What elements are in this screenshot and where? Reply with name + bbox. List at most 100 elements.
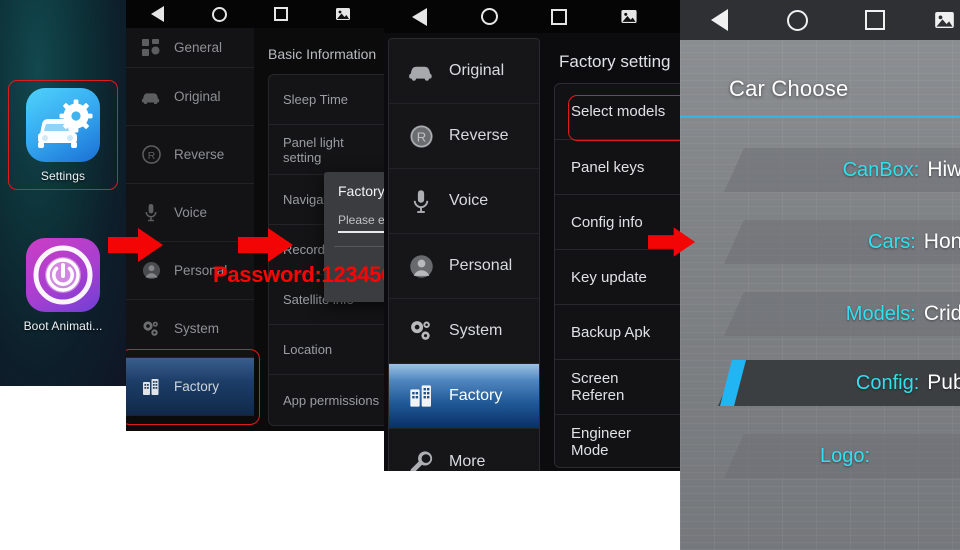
list-item-engineer-mode[interactable]: Engineer Mode [555, 415, 680, 467]
dialog-input-underline[interactable] [338, 231, 384, 233]
list-item[interactable]: Sleep Time [269, 75, 384, 125]
list-item[interactable]: App permissions [269, 375, 384, 425]
row-logo[interactable]: Logo: [724, 434, 960, 478]
microphone-icon [407, 187, 435, 215]
sidebar-label: Original [449, 62, 505, 79]
sidebar-item-system[interactable]: System [126, 300, 254, 358]
list-item-screen-reference[interactable]: Screen Referen [555, 360, 680, 415]
app-settings[interactable]: Settings [0, 88, 126, 183]
factory-content-header: Factory setting [559, 52, 671, 72]
row-cars[interactable]: Cars: Hond [724, 220, 960, 264]
sidebar-label: Original [174, 89, 221, 104]
dialog-title: Factory [338, 183, 384, 199]
app-label-boot-animation: Boot Animati... [23, 319, 103, 333]
flow-arrow-1 [108, 228, 163, 262]
sidebar-label: Voice [174, 205, 208, 220]
recents-square-icon[interactable] [836, 10, 914, 30]
password-annotation: Password:123456 [213, 262, 394, 287]
panel-car-choose: Car Choose CanBox: Hiwo Cars: Hond Model… [680, 0, 960, 550]
sidebar-item-reverse[interactable]: R Reverse [389, 104, 539, 169]
row-models[interactable]: Models: Cride [724, 292, 960, 336]
settings-content: Basic Information [268, 46, 384, 62]
factory-options-card: Select models Panel keys Config info Key… [554, 83, 680, 468]
screenshot-image-icon[interactable] [594, 10, 664, 23]
row-value: Hiwo [927, 158, 960, 181]
microphone-icon [140, 202, 162, 224]
sidebar-item-original[interactable]: Original [126, 68, 254, 126]
home-circle-icon[interactable] [758, 9, 836, 31]
list-item[interactable]: Location [269, 325, 384, 375]
sidebar-label: Factory [449, 387, 503, 404]
car-gear-icon [26, 88, 100, 162]
gears-icon [140, 318, 162, 340]
panel-launcher: Settings Boot Animati... [0, 0, 126, 386]
sidebar-item-voice[interactable]: Voice [389, 169, 539, 234]
flow-arrow-2 [238, 228, 293, 262]
building-icon [407, 382, 435, 410]
sidebar-label: More [449, 452, 486, 470]
home-circle-icon[interactable] [454, 8, 524, 25]
sidebar-item-system[interactable]: System [389, 299, 539, 364]
screenshot-image-icon[interactable] [914, 12, 960, 28]
android-navbar [384, 0, 680, 33]
sidebar-item-original[interactable]: Original [389, 39, 539, 104]
row-value: Publi [927, 371, 960, 394]
row-key: Logo: [819, 444, 871, 467]
sidebar-label: Personal [449, 257, 513, 274]
car-icon [140, 86, 162, 108]
list-item-backup-apk[interactable]: Backup Apk [555, 305, 680, 360]
sidebar-label: General [174, 40, 223, 55]
sidebar-label: Factory [174, 379, 220, 394]
sidebar-label: System [174, 321, 220, 336]
wrench-icon [407, 448, 435, 471]
row-key: Config: [855, 371, 920, 394]
sidebar-label: System [449, 322, 503, 339]
car-icon [407, 57, 435, 85]
recents-square-icon[interactable] [524, 8, 594, 25]
list-item-select-models[interactable]: Select models [555, 84, 680, 140]
title-divider [680, 116, 960, 118]
row-canbox[interactable]: CanBox: Hiwo [724, 148, 960, 192]
row-config[interactable]: Config: Publi [718, 360, 960, 406]
app-label-settings: Settings [40, 169, 86, 183]
factory-sidebar: Original R Reverse Voice Personal System… [388, 38, 540, 471]
person-icon [407, 252, 435, 280]
sidebar-item-reverse[interactable]: R Reverse [126, 126, 254, 184]
list-item-panel-keys[interactable]: Panel keys [555, 140, 680, 195]
reverse-r-icon: R [140, 144, 162, 166]
back-triangle-icon[interactable] [384, 7, 454, 26]
recents-square-icon[interactable] [250, 7, 312, 21]
sidebar-item-factory[interactable]: Factory [126, 358, 254, 416]
android-navbar [680, 0, 960, 40]
sidebar-item-more[interactable]: More [389, 429, 539, 471]
sidebar-item-factory[interactable]: Factory [389, 364, 539, 429]
flow-arrow-3 [648, 227, 696, 257]
sidebar-item-personal[interactable]: Personal [389, 234, 539, 299]
row-value: Hond [923, 230, 960, 253]
list-item[interactable]: Panel light setting [269, 125, 384, 175]
home-circle-icon[interactable] [188, 6, 250, 22]
sidebar-label: Reverse [449, 127, 509, 144]
content-title: Factory setting [559, 52, 671, 71]
svg-text:R: R [416, 129, 425, 144]
back-triangle-icon[interactable] [126, 6, 188, 22]
gears-icon [407, 317, 435, 345]
row-key: Models: [845, 302, 916, 325]
svg-text:R: R [147, 151, 155, 162]
screenshot-image-icon[interactable] [312, 8, 374, 20]
content-title: Basic Information [268, 46, 377, 62]
panel-settings: General Original R Reverse Voice Persona… [126, 0, 384, 431]
row-value: Cride [923, 302, 960, 325]
building-icon [140, 376, 162, 398]
panel-factory-settings: Original R Reverse Voice Personal System… [384, 0, 680, 471]
power-circle-icon [26, 238, 100, 312]
row-key: Cars: [868, 230, 916, 253]
android-navbar [126, 0, 384, 28]
row-key: CanBox: [842, 158, 920, 181]
sidebar-label: Voice [449, 192, 489, 209]
back-triangle-icon[interactable] [680, 9, 758, 31]
sidebar-label: Reverse [174, 147, 225, 162]
sidebar-item-general[interactable]: General [126, 28, 254, 68]
screenshot-stage: Settings Boot Animati... General Origina… [0, 0, 960, 550]
page-title: Car Choose [729, 76, 849, 101]
